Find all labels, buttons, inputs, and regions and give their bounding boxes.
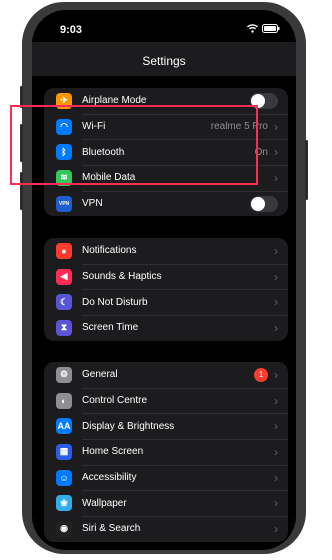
settings-group-connectivity: ✈ Airplane Mode ◠ Wi-Fi realme 5 Pro › ᛒ Blueto…	[44, 88, 288, 217]
row-label: Accessibility	[82, 472, 137, 484]
settings-group-general: ⚙ General 1 › ◐ Control Centre › AA Display & Br…	[44, 362, 288, 542]
row-separator	[82, 289, 288, 291]
airplane-icon: ✈	[56, 92, 72, 109]
toggle-knob	[251, 196, 265, 211]
row-label: Wi-Fi	[82, 121, 106, 133]
settings-row-mobile-data[interactable]: ≋ Mobile Data ›	[44, 165, 288, 191]
vpn-icon: VPN	[56, 195, 72, 212]
settings-row-wi-fi[interactable]: ◠ Wi-Fi realme 5 Pro ›	[44, 113, 288, 140]
moon-icon: ☾	[56, 294, 72, 311]
display-icon: AA	[56, 418, 72, 435]
settings-row-bluetooth[interactable]: ᛒ Bluetooth On ›	[44, 139, 288, 165]
side-button	[305, 140, 308, 200]
row-separator	[82, 490, 288, 492]
volume-up-button	[20, 124, 23, 162]
hourglass-icon: ⧗	[56, 319, 72, 336]
toggle-switch[interactable]	[250, 195, 278, 212]
row-separator	[82, 315, 288, 317]
row-label: Notifications	[82, 245, 137, 257]
wallpaper-icon: ❀	[56, 495, 72, 512]
settings-row-wallpaper[interactable]: ❀ Wallpaper ›	[44, 490, 288, 516]
switches-icon: ◐	[56, 392, 72, 409]
settings-row-do-not-disturb[interactable]: ☾ Do Not Disturb ›	[44, 289, 288, 315]
wifi-status-icon	[247, 24, 258, 33]
settings-row-screen-time[interactable]: ⧗ Screen Time ›	[44, 315, 288, 341]
status-icons	[247, 24, 280, 33]
row-label: Bluetooth	[82, 146, 125, 158]
row-label: Home Screen	[82, 446, 144, 458]
row-label: Wallpaper	[82, 497, 127, 509]
row-label: General	[82, 369, 118, 381]
row-value: realme 5 Pro	[210, 121, 268, 133]
settings-row-home-screen[interactable]: ▦ Home Screen ›	[44, 439, 288, 465]
chevron-right-icon: ›	[274, 393, 278, 408]
status-time: 9:03	[60, 24, 83, 36]
accessibility-icon: ☺	[56, 469, 72, 486]
settings-row-control-centre[interactable]: ◐ Control Centre ›	[44, 387, 288, 414]
row-separator	[82, 263, 288, 265]
row-separator	[82, 387, 288, 389]
status-bar: 9:03	[32, 10, 296, 46]
settings-row-vpn[interactable]: VPN VPN	[44, 190, 288, 217]
row-label: Display & Brightness	[82, 420, 175, 432]
chevron-right-icon: ›	[274, 470, 278, 485]
chevron-right-icon: ›	[274, 119, 278, 134]
row-label: Airplane Mode	[82, 95, 147, 107]
notification-badge: 1	[254, 367, 268, 382]
row-label: Control Centre	[82, 395, 148, 407]
row-separator	[82, 464, 288, 466]
chevron-right-icon: ›	[274, 521, 278, 536]
settings-row-airplane-mode[interactable]: ✈ Airplane Mode	[44, 88, 288, 114]
row-value: On	[254, 146, 268, 158]
wifi-icon: ◠	[56, 118, 72, 135]
settings-row-accessibility[interactable]: ☺ Accessibility ›	[44, 464, 288, 491]
battery-icon	[262, 24, 280, 33]
row-separator	[82, 165, 288, 167]
row-separator	[82, 413, 288, 415]
antenna-icon: ≋	[56, 169, 72, 186]
settings-row-notifications[interactable]: ● Notifications ›	[44, 238, 288, 264]
row-label: Screen Time	[82, 322, 139, 334]
chevron-right-icon: ›	[274, 496, 278, 511]
row-label: Mobile Data	[82, 172, 136, 184]
nav-bar: Settings	[32, 42, 296, 76]
chevron-right-icon: ›	[274, 367, 278, 382]
toggle-switch[interactable]	[250, 92, 278, 109]
row-separator	[82, 439, 288, 441]
grid-icon: ▦	[56, 443, 72, 460]
settings-row-sounds-haptics[interactable]: ◀ Sounds & Haptics ›	[44, 263, 288, 290]
row-separator	[82, 516, 288, 518]
settings-row-display-brightness[interactable]: AA Display & Brightness ›	[44, 413, 288, 439]
gear-icon: ⚙	[56, 366, 72, 383]
bell-icon: ●	[56, 242, 72, 259]
row-label: Do Not Disturb	[82, 296, 148, 308]
toggle-knob	[251, 93, 265, 108]
chevron-right-icon: ›	[274, 444, 278, 459]
row-label: VPN	[82, 198, 103, 210]
chevron-right-icon: ›	[274, 295, 278, 310]
chevron-right-icon: ›	[274, 170, 278, 185]
page-title: Settings	[142, 54, 186, 68]
settings-row-general[interactable]: ⚙ General 1 ›	[44, 362, 288, 388]
row-label: Siri & Search	[82, 523, 141, 535]
row-separator	[82, 139, 288, 141]
chevron-right-icon: ›	[274, 320, 278, 335]
bluetooth-icon: ᛒ	[56, 144, 72, 161]
row-separator	[82, 113, 288, 115]
chevron-right-icon: ›	[274, 243, 278, 258]
mute-switch	[20, 86, 23, 108]
speaker-icon: ◀	[56, 268, 72, 285]
volume-down-button	[20, 172, 23, 210]
notch	[104, 10, 224, 34]
chevron-right-icon: ›	[274, 419, 278, 434]
settings-group-notifications: ● Notifications › ◀ Sounds & Haptics › ☾ Do Not…	[44, 238, 288, 341]
row-separator	[82, 190, 288, 192]
settings-row-siri-search[interactable]: ◉ Siri & Search ›	[44, 516, 288, 542]
siri-icon: ◉	[56, 520, 72, 537]
chevron-right-icon: ›	[274, 145, 278, 160]
chevron-right-icon: ›	[274, 269, 278, 284]
screen: 9:03 Settings ✈ Airplane Mode ◠ Wi-Fi realme…	[32, 10, 296, 550]
row-label: Sounds & Haptics	[82, 271, 162, 283]
